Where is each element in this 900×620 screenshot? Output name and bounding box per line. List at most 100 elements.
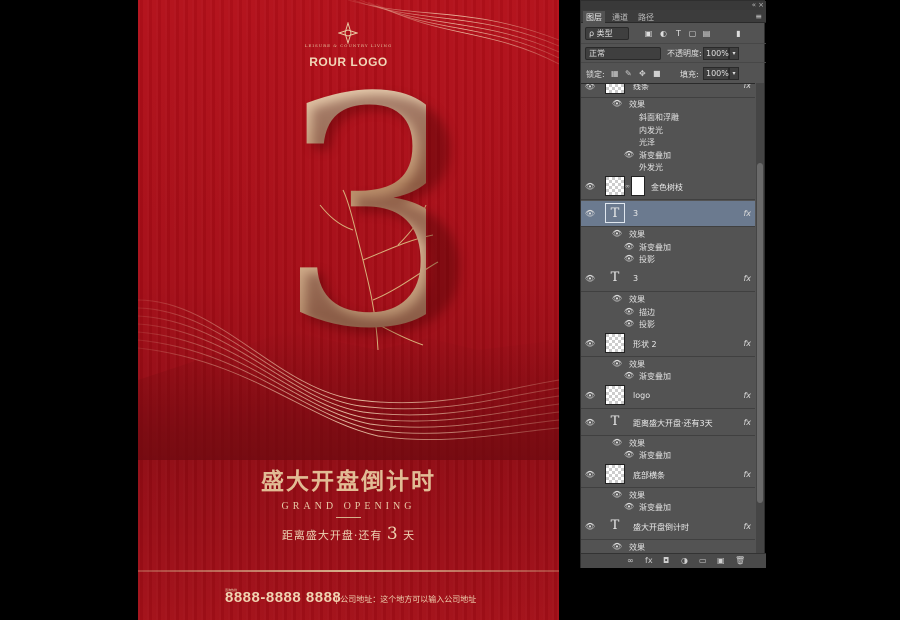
fx-icon[interactable]: fx xyxy=(743,84,751,90)
eye-icon[interactable]: 👁 xyxy=(623,319,635,329)
effects-group[interactable]: 👁 效果 xyxy=(581,228,755,240)
eye-icon[interactable]: 👁 xyxy=(623,150,635,160)
fx-icon[interactable]: fx xyxy=(743,339,751,348)
fx-icon[interactable]: fx xyxy=(743,391,751,400)
filter-type-icon[interactable]: T xyxy=(673,28,684,39)
delete-layer-icon[interactable]: 🗑 xyxy=(735,556,745,565)
eye-icon[interactable]: 👁 xyxy=(611,99,623,109)
eye-icon[interactable]: 👁 xyxy=(623,242,635,252)
close-icon[interactable]: × xyxy=(758,1,764,9)
layer-row[interactable]: 👁 T 距离盛大开盘·还有3天 fx xyxy=(581,410,755,436)
eye-icon[interactable]: 👁 xyxy=(584,339,596,349)
tab-layers[interactable]: 图层 xyxy=(583,11,605,23)
effect-item[interactable]: 👁 渐变叠加 xyxy=(581,241,755,253)
lock-transparent-icon[interactable]: ▦ xyxy=(611,69,619,78)
effect-item[interactable]: 👁 投影 xyxy=(581,318,755,330)
fx-icon[interactable]: fx xyxy=(743,209,751,218)
new-group-icon[interactable]: ▭ xyxy=(699,556,707,565)
eye-icon[interactable]: 👁 xyxy=(611,438,623,448)
effect-item[interactable]: 斜面和浮雕 xyxy=(581,111,755,123)
blend-mode-select[interactable]: 正常 xyxy=(585,47,661,60)
eye-icon[interactable]: 👁 xyxy=(584,418,596,428)
eye-icon[interactable]: 👁 xyxy=(584,182,596,192)
link-icon[interactable]: ∞ xyxy=(625,183,630,190)
eye-icon[interactable]: 👁 xyxy=(584,274,596,284)
effects-group[interactable]: 👁 效果 xyxy=(581,489,755,501)
link-layers-icon[interactable]: ∞ xyxy=(627,556,634,565)
eye-icon[interactable]: 👁 xyxy=(584,84,596,92)
new-layer-icon[interactable]: ▣ xyxy=(717,556,725,565)
effects-group[interactable]: 👁 效果 xyxy=(581,293,755,305)
eye-icon[interactable]: 👁 xyxy=(611,359,623,369)
lock-pixels-icon[interactable]: ✎ xyxy=(625,69,632,78)
eye-icon[interactable]: 👁 xyxy=(623,371,635,381)
effect-item[interactable]: 👁 渐变叠加 xyxy=(581,501,755,513)
layer-row[interactable]: 👁 logo fx xyxy=(581,383,755,409)
effects-group[interactable]: 👁 效果 xyxy=(581,358,755,370)
eye-icon[interactable]: 👁 xyxy=(584,470,596,480)
fx-icon[interactable]: fx xyxy=(743,522,751,531)
poster-canvas[interactable]: LEISURE & COUNTRY LIVING ROUR LOGO 3 盛大开… xyxy=(138,0,559,620)
effect-item[interactable]: 内发光 xyxy=(581,124,755,136)
lock-position-icon[interactable]: ✥ xyxy=(639,69,646,78)
filter-pixel-icon[interactable]: ▣ xyxy=(643,28,654,39)
fx-icon[interactable]: fx xyxy=(743,274,751,283)
effects-group[interactable]: 👁 效果 xyxy=(581,437,755,449)
fx-icon[interactable]: fx xyxy=(743,470,751,479)
effects-group[interactable]: 👁 效果 xyxy=(581,541,755,553)
effects-group[interactable]: 👁 效果 xyxy=(581,98,755,110)
effect-item[interactable]: 👁 渐变叠加 xyxy=(581,370,755,382)
adjustment-layer-icon[interactable]: ◑ xyxy=(681,556,688,565)
type-layer-icon: T xyxy=(605,203,625,223)
filter-adjustment-icon[interactable]: ◐ xyxy=(658,28,669,39)
effect-item[interactable]: 👁 渐变叠加 xyxy=(581,449,755,461)
layer-mask-thumbnail[interactable] xyxy=(631,176,645,196)
panel-menu-icon[interactable]: ≡ xyxy=(755,12,762,21)
layer-row[interactable]: 👁 线条 fx xyxy=(581,84,755,98)
layer-row[interactable]: 👁 T 3 fx xyxy=(581,266,755,292)
fx-icon[interactable]: fx xyxy=(743,418,751,427)
add-style-icon[interactable]: fx xyxy=(645,556,653,565)
collapse-icon[interactable]: « xyxy=(752,1,756,9)
tab-channels[interactable]: 通道 xyxy=(609,11,631,23)
filter-kind-select[interactable]: ρ 类型 xyxy=(585,27,629,40)
layer-row[interactable]: 👁 ∞ 金色树枝 xyxy=(581,174,755,200)
lock-all-icon[interactable]: ■ xyxy=(653,69,661,78)
eye-icon[interactable]: 👁 xyxy=(611,542,623,552)
eye-icon[interactable]: 👁 xyxy=(623,502,635,512)
layer-row[interactable]: 👁 底部横条 fx xyxy=(581,462,755,488)
type-layer-icon: T xyxy=(610,414,620,429)
fill-dropdown-icon[interactable]: ▾ xyxy=(729,67,739,80)
eye-icon[interactable]: 👁 xyxy=(623,450,635,460)
effect-item[interactable]: 👁 投影 xyxy=(581,253,755,265)
eye-icon[interactable]: 👁 xyxy=(611,294,623,304)
add-mask-icon[interactable]: ◘ xyxy=(663,556,669,565)
layer-row[interactable]: 👁 形状 2 fx xyxy=(581,331,755,357)
blend-row: 正常 不透明度: 100% ▾ xyxy=(581,43,766,61)
opacity-input[interactable]: 100% xyxy=(703,47,729,60)
eye-icon[interactable]: 👁 xyxy=(584,522,596,532)
fill-input[interactable]: 100% xyxy=(703,67,729,80)
filter-smartobject-icon[interactable]: ▤ xyxy=(701,28,712,39)
layer-row-selected[interactable]: 👁 T 3 fx xyxy=(581,201,755,227)
effect-item[interactable]: 光泽 xyxy=(581,136,755,148)
effect-item[interactable]: 外发光 xyxy=(581,161,755,173)
scrollbar-thumb[interactable] xyxy=(757,163,763,503)
layers-scrollbar[interactable] xyxy=(756,83,764,553)
lock-label: 锁定: xyxy=(586,70,605,79)
countdown-days: 3 xyxy=(386,524,399,544)
eye-icon[interactable]: 👁 xyxy=(584,391,596,401)
filter-toggle-icon[interactable]: ▮ xyxy=(733,28,744,39)
layer-name: 金色树枝 xyxy=(651,183,683,192)
eye-icon[interactable]: 👁 xyxy=(611,490,623,500)
effect-item[interactable]: 👁 描边 xyxy=(581,306,755,318)
tab-paths[interactable]: 路径 xyxy=(635,11,657,23)
layer-row[interactable]: 👁 T 盛大开盘倒计时 fx xyxy=(581,514,755,540)
effect-item[interactable]: 👁 渐变叠加 xyxy=(581,149,755,161)
opacity-dropdown-icon[interactable]: ▾ xyxy=(729,47,739,60)
eye-icon[interactable]: 👁 xyxy=(584,209,596,219)
filter-shape-icon[interactable]: ▢ xyxy=(687,28,698,39)
eye-icon[interactable]: 👁 xyxy=(611,229,623,239)
eye-icon[interactable]: 👁 xyxy=(623,254,635,264)
eye-icon[interactable]: 👁 xyxy=(623,307,635,317)
